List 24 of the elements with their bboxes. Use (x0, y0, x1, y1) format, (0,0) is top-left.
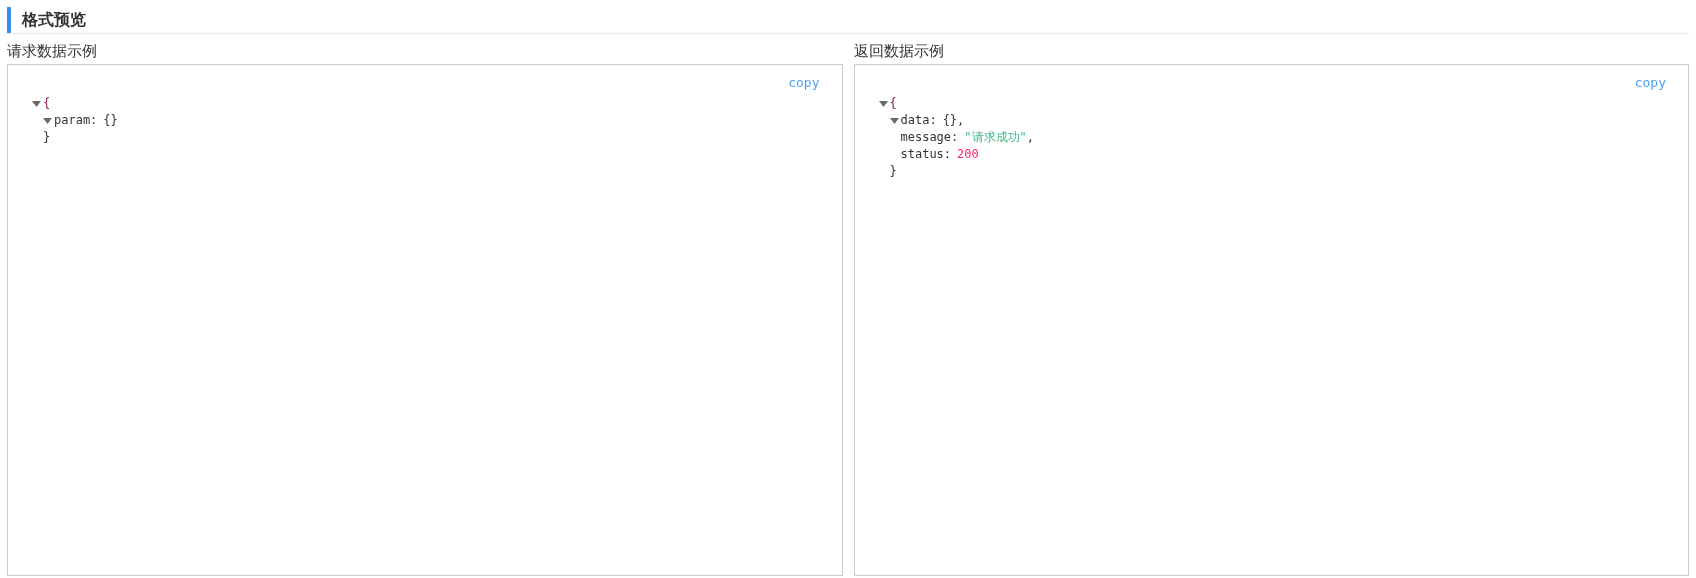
collapse-icon[interactable] (889, 117, 899, 124)
panel-label: 请求数据示例 (7, 41, 97, 61)
json-value: {} (103, 112, 118, 129)
panel-label: 返回数据示例 (853, 41, 944, 61)
json-key: status: (900, 146, 952, 163)
comma: , (1026, 129, 1034, 146)
collapse-icon[interactable] (43, 117, 52, 124)
json-key: data: (900, 112, 937, 129)
json-value: 200 (957, 146, 979, 163)
brace: } (43, 130, 51, 144)
json-value: {} (942, 112, 958, 129)
comma: , (957, 112, 965, 129)
collapse-icon[interactable] (878, 100, 888, 107)
brace: { (889, 95, 897, 112)
brace: { (43, 95, 51, 112)
title-accent (7, 6, 11, 33)
copy-button[interactable]: copy (788, 73, 820, 93)
json-value: "请求成功" (964, 129, 1027, 146)
json-key: message: (900, 129, 959, 146)
section-title: 格式预览 (22, 9, 86, 30)
collapse-icon[interactable] (32, 100, 41, 107)
json-key: param: (54, 112, 98, 129)
brace: } (889, 164, 897, 178)
copy-button[interactable]: copy (1634, 73, 1666, 93)
